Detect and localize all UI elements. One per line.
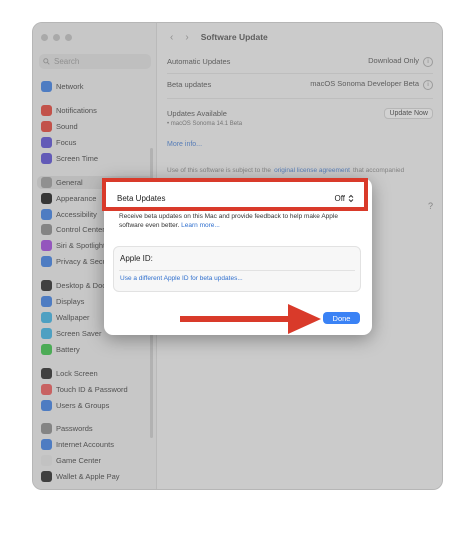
apple-id-box [113,246,361,292]
beta-updates-popup[interactable]: Off [334,194,354,203]
arrow-annotation-icon [180,304,321,334]
done-button[interactable]: Done [323,312,360,324]
apple-id-label: Apple ID: [120,254,153,263]
beta-updates-dialog-row: Beta Updates Off [117,191,354,205]
description-text: Receive beta updates on this Mac and pro… [119,213,338,229]
learn-more-link[interactable]: Learn more... [181,222,220,229]
updown-chevron-icon [348,194,354,202]
dialog-beta-updates-label: Beta Updates [117,193,166,203]
different-apple-id-link[interactable]: Use a different Apple ID for beta update… [120,275,243,282]
dialog-description: Receive beta updates on this Mac and pro… [119,213,359,230]
beta-updates-popup-value: Off [334,193,345,203]
divider [119,270,355,271]
